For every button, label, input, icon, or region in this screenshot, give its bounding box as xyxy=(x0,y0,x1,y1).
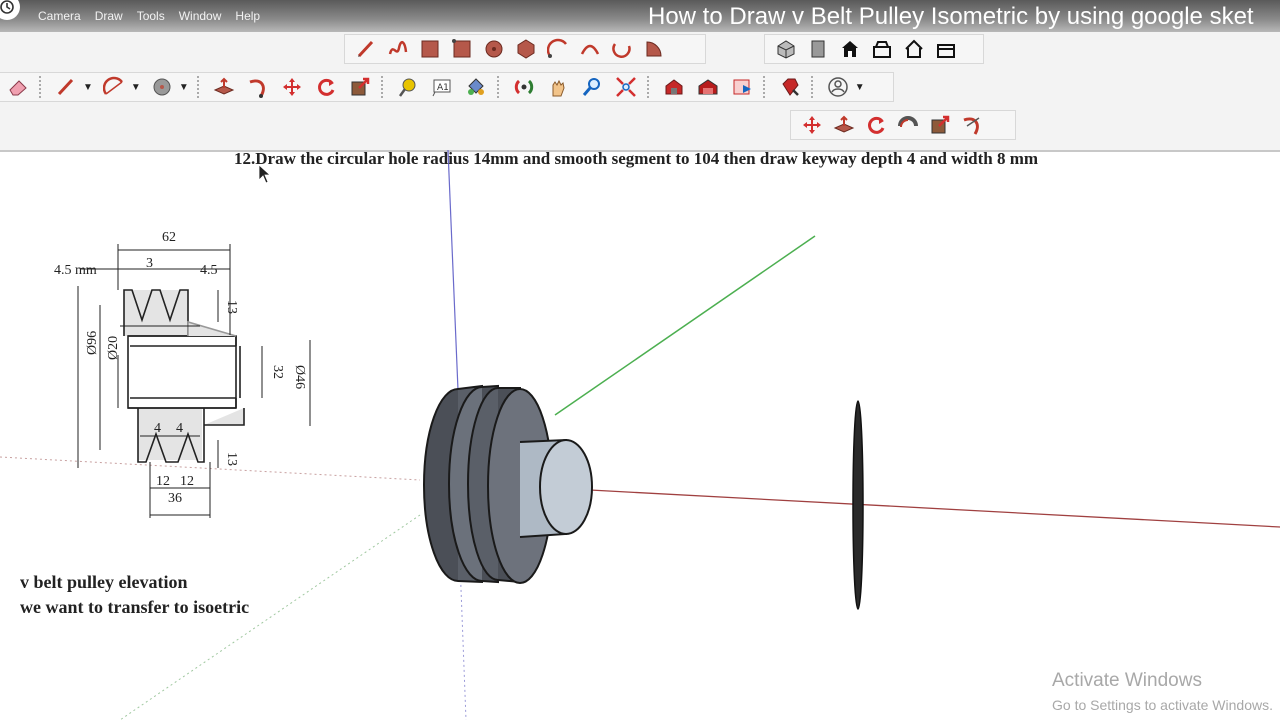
dim-bottom-total: 36 xyxy=(168,491,182,506)
right-view-icon[interactable] xyxy=(869,36,895,62)
scale-icon[interactable] xyxy=(927,112,953,138)
dim-outer-diameter: Ø96 xyxy=(85,331,100,355)
front-view-icon[interactable] xyxy=(805,36,831,62)
pulley-3d-model[interactable] xyxy=(423,384,593,584)
menu-draw[interactable]: Draw xyxy=(95,9,123,23)
two-point-arc-icon[interactable] xyxy=(577,36,603,62)
video-title: How to Draw v Belt Pulley Isometric by u… xyxy=(648,3,1254,30)
drawing-toolbar xyxy=(344,34,706,64)
ruby-icon[interactable] xyxy=(777,74,803,100)
menu-bar: Camera Draw Tools Window Help xyxy=(38,9,260,23)
dim-top-depth: 13 xyxy=(224,300,239,314)
paint-bucket-icon[interactable] xyxy=(463,74,489,100)
pencil-dropdown-icon[interactable]: ▼ xyxy=(83,82,93,93)
tape-measure-icon[interactable] xyxy=(395,74,421,100)
note-line-2: we want to transfer to isoetric xyxy=(20,597,250,617)
dim-overall: 62 xyxy=(162,230,176,245)
follow-me-icon[interactable] xyxy=(245,74,271,100)
arc-tool-icon[interactable] xyxy=(101,74,127,100)
iso-view-icon[interactable] xyxy=(773,36,799,62)
polygon-icon[interactable] xyxy=(513,36,539,62)
dim-left-edge: 4.5 mm xyxy=(54,263,97,278)
clock-icon[interactable] xyxy=(0,0,20,20)
modeling-canvas[interactable]: 62 4.5 mm 3 4.5 13 13 32 Ø46 Ø96 Ø20 4 4… xyxy=(0,150,1280,720)
svg-text:A1: A1 xyxy=(437,83,449,93)
menu-camera[interactable]: Camera xyxy=(38,9,81,23)
rotate-icon[interactable] xyxy=(313,74,339,100)
shape-dropdown-icon[interactable]: ▼ xyxy=(179,82,189,93)
menu-tools[interactable]: Tools xyxy=(137,9,165,23)
dim-bottom-w2: 12 xyxy=(180,474,194,489)
rectangle-icon[interactable] xyxy=(417,36,443,62)
activate-windows-hint: Go to Settings to activate Windows. xyxy=(1052,697,1273,713)
toolbar-grip xyxy=(496,76,503,98)
text-tool-icon[interactable]: A1 xyxy=(429,74,455,100)
dim-inner-diameter: Ø20 xyxy=(106,336,121,360)
back-view-icon[interactable] xyxy=(901,36,927,62)
dim-groove-bottom-b: 4 xyxy=(176,421,183,436)
toolbar-grip xyxy=(380,76,387,98)
three-point-arc-icon[interactable] xyxy=(609,36,635,62)
instruction-text: 12.Draw the circular hole radius 14mm an… xyxy=(234,149,1039,168)
dim-bore: 32 xyxy=(270,365,285,379)
freehand-icon[interactable] xyxy=(385,36,411,62)
menu-window[interactable]: Window xyxy=(179,9,222,23)
extension-warehouse-icon[interactable] xyxy=(695,74,721,100)
pencil-icon[interactable] xyxy=(53,74,79,100)
move-icon[interactable] xyxy=(279,74,305,100)
account-dropdown-icon[interactable]: ▼ xyxy=(855,82,865,93)
main-toolbar: ▼ ▼ ▼ A1 ▼ xyxy=(0,72,894,102)
top-view-icon[interactable] xyxy=(837,36,863,62)
pan-icon[interactable] xyxy=(545,74,571,100)
dim-hub: Ø46 xyxy=(292,365,307,389)
rotated-rectangle-icon[interactable] xyxy=(449,36,475,62)
toolbar-area: ▼ ▼ ▼ A1 ▼ xyxy=(0,32,1280,152)
views-toolbar xyxy=(764,34,984,64)
green-axis xyxy=(554,235,816,416)
note-line-1: v belt pulley elevation xyxy=(20,572,188,592)
red-axis xyxy=(589,489,1280,528)
toolbar-grip xyxy=(196,76,203,98)
rotate-icon[interactable] xyxy=(863,112,889,138)
left-view-icon[interactable] xyxy=(933,36,959,62)
layout-icon[interactable] xyxy=(729,74,755,100)
pie-icon[interactable] xyxy=(641,36,667,62)
video-title-bar: Camera Draw Tools Window Help How to Dra… xyxy=(0,0,1280,32)
dim-groove-bottom-a: 4 xyxy=(154,421,161,436)
dim-bottom-depth: 13 xyxy=(224,452,239,466)
dim-groove: 3 xyxy=(146,256,153,271)
zoom-extents-icon[interactable] xyxy=(613,74,639,100)
warehouse-icon[interactable] xyxy=(661,74,687,100)
scale-icon[interactable] xyxy=(347,74,373,100)
follow-me-icon[interactable] xyxy=(895,112,921,138)
account-icon[interactable] xyxy=(825,74,851,100)
line-pencil-icon[interactable] xyxy=(353,36,379,62)
zoom-icon[interactable] xyxy=(579,74,605,100)
activate-windows-watermark: Activate Windows xyxy=(1052,670,1202,691)
toolbar-grip xyxy=(762,76,769,98)
menu-help[interactable]: Help xyxy=(235,9,260,23)
orbit-icon[interactable] xyxy=(511,74,537,100)
eraser-icon[interactable] xyxy=(5,74,31,100)
push-pull-icon[interactable] xyxy=(211,74,237,100)
shape-icon[interactable] xyxy=(149,74,175,100)
push-pull-icon[interactable] xyxy=(831,112,857,138)
arc-dropdown-icon[interactable]: ▼ xyxy=(131,82,141,93)
offset-icon[interactable] xyxy=(959,112,985,138)
blue-axis xyxy=(447,150,459,391)
circle-hole-sketch[interactable] xyxy=(852,400,864,610)
toolbar-grip xyxy=(810,76,817,98)
dim-bottom-w1: 12 xyxy=(156,474,170,489)
pulley-elevation-drawing xyxy=(77,244,311,518)
toolbar-grip xyxy=(39,76,45,98)
dim-right-edge: 4.5 xyxy=(200,263,218,278)
edit-toolbar xyxy=(790,110,1016,140)
toolbar-grip xyxy=(646,76,653,98)
circle-icon[interactable] xyxy=(481,36,507,62)
move-icon[interactable] xyxy=(799,112,825,138)
arc-icon[interactable] xyxy=(545,36,571,62)
